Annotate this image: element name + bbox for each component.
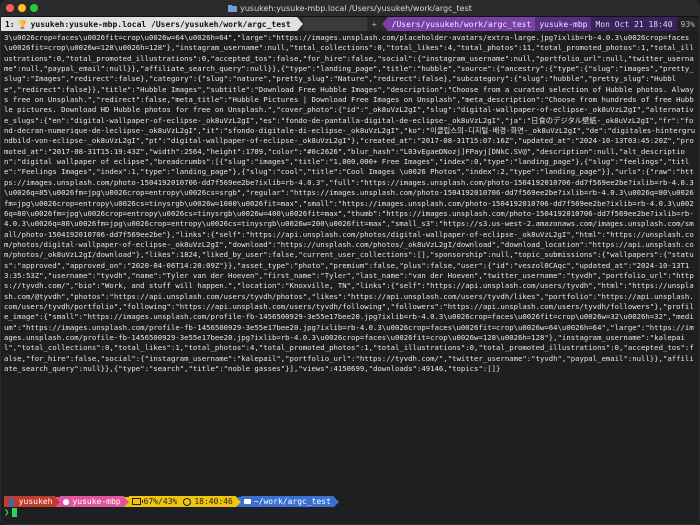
prompt-user-segment: 👤 yusukeh xyxy=(4,496,56,507)
prompt-symbol: ❯ xyxy=(4,507,10,518)
prompt-time-segment: 18:40:46 xyxy=(180,496,236,507)
status-host: yusuke-mbp xyxy=(535,17,592,31)
tab-index: 1: xyxy=(5,19,15,29)
zoom-window-button[interactable] xyxy=(30,4,38,12)
folder-icon xyxy=(228,5,238,12)
status-percent: 93% xyxy=(676,17,699,31)
tab-label: yusukeh:yusuke-mbp.local /Users/yusukeh/… xyxy=(30,19,291,29)
tmux-status-bar: 1: 🏆 yusukeh:yusuke-mbp.local /Users/yus… xyxy=(1,17,699,31)
apple-icon xyxy=(63,498,70,505)
tab-inactive-1[interactable] xyxy=(302,17,335,31)
prompt-path-segment: ~/work/argc_test xyxy=(240,496,334,507)
user-icon: 👤 xyxy=(7,497,16,506)
folder-icon xyxy=(243,499,251,504)
text-cursor xyxy=(12,508,18,517)
command-output: 3\u0026crop=faces\u0026fit=crop\u0026w=6… xyxy=(4,33,696,373)
minimize-window-button[interactable] xyxy=(18,4,26,12)
tab-active[interactable]: 1: 🏆 yusukeh:yusuke-mbp.local /Users/yus… xyxy=(1,17,297,31)
window-title: yusukeh:yusuke-mbp.local /Users/yusukeh/… xyxy=(240,4,472,13)
clock-icon xyxy=(183,497,192,506)
new-tab-button[interactable]: + xyxy=(367,17,382,31)
window-title-group: yusukeh:yusuke-mbp.local /Users/yusukeh/… xyxy=(228,4,472,13)
terminal-pane[interactable]: 3\u0026crop=faces\u0026fit=crop\u0026w=6… xyxy=(1,31,699,524)
trophy-icon: 🏆 xyxy=(17,19,28,29)
prompt-time: 18:40:46 xyxy=(194,497,233,506)
status-datetime: Mon Oct 21 18:40 xyxy=(591,17,677,31)
terminal-window: yusukeh:yusuke-mbp.local /Users/yusukeh/… xyxy=(0,0,700,525)
title-bar: yusukeh:yusuke-mbp.local /Users/yusukeh/… xyxy=(1,1,699,17)
command-input-line[interactable]: ❯ xyxy=(4,507,696,518)
prompt-separator-arrow xyxy=(333,496,339,507)
status-path: /Users/yusukeh/work/argc_test xyxy=(387,17,536,31)
window-controls xyxy=(6,4,38,12)
shell-prompt: 👤 yusukeh yusuke-mbp 67%/43% 18:40:46 ~/… xyxy=(4,496,696,507)
prompt-path: ~/work/argc_test xyxy=(253,497,331,506)
prompt-battery-segment: 67%/43% xyxy=(128,496,181,507)
close-window-button[interactable] xyxy=(6,4,14,12)
prompt-host: yusuke-mbp xyxy=(72,497,121,506)
prompt-host-segment: yusuke-mbp xyxy=(60,496,124,507)
prompt-user: yusukeh xyxy=(18,497,53,506)
prompt-battery: 67%/43% xyxy=(143,497,178,506)
tab-inactive-2[interactable] xyxy=(334,17,367,31)
battery-icon xyxy=(131,498,143,505)
